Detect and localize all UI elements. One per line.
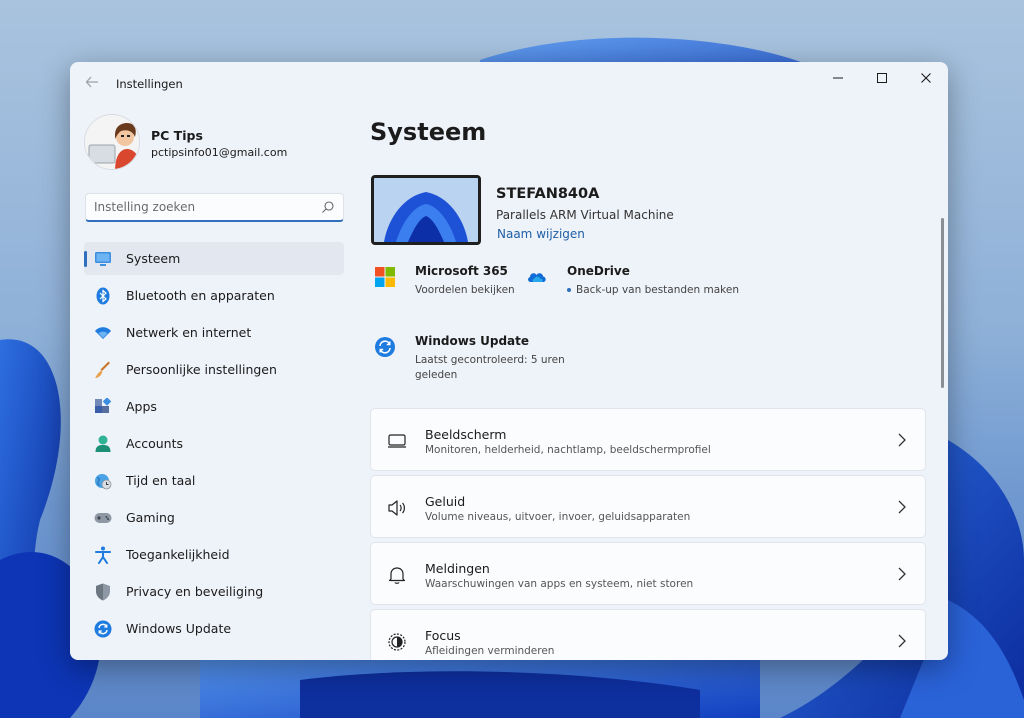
settings-card-list: Beeldscherm Monitoren, helderheid, nacht…	[370, 408, 926, 660]
sidebar-item-privacy[interactable]: Privacy en beveiliging	[84, 575, 344, 608]
app-title: Instellingen	[116, 77, 183, 91]
card-title: Focus	[425, 628, 461, 643]
maximize-icon	[877, 73, 887, 83]
windows-update-tile[interactable]: Windows Update Laatst gecontroleerd: 5 u…	[374, 334, 594, 394]
apps-icon	[94, 397, 112, 416]
focus-icon	[388, 633, 406, 651]
sidebar-nav: Systeem Bluetooth en apparaten Netwerk e…	[84, 242, 344, 649]
bell-icon	[388, 567, 406, 584]
title-bar: Instellingen	[70, 62, 948, 106]
close-icon	[921, 73, 931, 83]
sidebar-item-label: Accounts	[126, 436, 183, 451]
globe-clock-icon	[94, 472, 112, 490]
card-title: Geluid	[425, 494, 466, 509]
card-subtitle: Afleidingen verminderen	[425, 645, 555, 657]
sidebar-item-tijd[interactable]: Tijd en taal	[84, 464, 344, 497]
sidebar-item-label: Netwerk en internet	[126, 325, 252, 340]
sidebar-item-bluetooth[interactable]: Bluetooth en apparaten	[84, 279, 344, 312]
microsoft-365-tile[interactable]: Microsoft 365 Voordelen bekijken	[374, 264, 524, 304]
card-meldingen[interactable]: Meldingen Waarschuwingen van apps en sys…	[370, 542, 926, 605]
sidebar-item-toegankelijkheid[interactable]: Toegankelijkheid	[84, 538, 344, 571]
person-icon	[94, 435, 112, 453]
chevron-right-icon	[898, 500, 906, 514]
onedrive-title: OneDrive	[567, 264, 630, 278]
onedrive-cloud-icon	[528, 273, 546, 282]
onedrive-tile[interactable]: OneDrive Back-up van bestanden maken	[526, 264, 746, 304]
back-arrow-icon[interactable]	[82, 74, 102, 94]
sidebar-item-label: Bluetooth en apparaten	[126, 288, 275, 303]
card-subtitle: Waarschuwingen van apps en systeem, niet…	[425, 578, 694, 590]
bluetooth-icon	[94, 287, 112, 305]
search-input[interactable]	[94, 200, 321, 214]
update-icon	[375, 337, 395, 357]
card-beeldscherm[interactable]: Beeldscherm Monitoren, helderheid, nacht…	[370, 408, 926, 471]
onedrive-subtitle-text: Back-up van bestanden maken	[576, 284, 739, 296]
close-button[interactable]	[904, 62, 948, 94]
wifi-icon	[94, 324, 112, 342]
sidebar-item-label: Gaming	[126, 510, 175, 525]
gamepad-icon	[94, 509, 112, 527]
shield-icon	[94, 583, 112, 601]
device-wallpaper-thumbnail[interactable]	[371, 175, 481, 245]
card-geluid[interactable]: Geluid Volume niveaus, uitvoer, invoer, …	[370, 475, 926, 538]
chevron-right-icon	[898, 433, 906, 447]
accessibility-icon	[94, 546, 112, 564]
card-title: Meldingen	[425, 561, 490, 576]
chevron-right-icon	[898, 634, 906, 648]
avatar	[84, 114, 140, 170]
microsoft-365-subtitle: Voordelen bekijken	[415, 284, 515, 296]
display-icon	[388, 434, 406, 448]
sidebar-item-windows-update[interactable]: Windows Update	[84, 612, 344, 645]
sidebar-item-persoonlijk[interactable]: Persoonlijke instellingen	[84, 353, 344, 386]
maximize-button[interactable]	[860, 62, 904, 94]
sidebar-item-systeem[interactable]: Systeem	[84, 242, 344, 275]
windows-update-subtitle-line1: Laatst gecontroleerd: 5 uren	[415, 354, 565, 366]
sidebar-item-label: Apps	[126, 399, 157, 414]
onedrive-subtitle: Back-up van bestanden maken	[567, 283, 739, 298]
status-dot-icon	[567, 288, 571, 292]
monitor-icon	[94, 250, 112, 268]
minimize-button[interactable]	[816, 62, 860, 94]
page-title: Systeem	[370, 118, 487, 146]
rename-device-link[interactable]: Naam wijzigen	[497, 227, 585, 241]
sidebar-item-label: Privacy en beveiliging	[126, 584, 264, 599]
card-subtitle: Volume niveaus, uitvoer, invoer, geluids…	[425, 511, 691, 523]
windows-update-subtitle-line2: geleden	[415, 369, 458, 381]
card-subtitle: Monitoren, helderheid, nachtlamp, beelds…	[425, 444, 711, 456]
search-icon[interactable]	[321, 200, 335, 214]
device-name: STEFAN840A	[496, 186, 600, 202]
settings-window: Instellingen PC Tips pctipsinfo01@gmail.…	[70, 62, 948, 660]
profile-name: PC Tips	[151, 128, 203, 143]
profile-email: pctipsinfo01@gmail.com	[151, 146, 288, 159]
chevron-right-icon	[898, 567, 906, 581]
sidebar-item-apps[interactable]: Apps	[84, 390, 344, 423]
microsoft-365-title: Microsoft 365	[415, 264, 508, 278]
minimize-icon	[833, 77, 843, 79]
search-box[interactable]	[85, 193, 344, 222]
main-content: Systeem STEFAN840A Parallels ARM Virtual…	[370, 106, 948, 660]
sidebar-item-label: Windows Update	[126, 621, 232, 636]
card-title: Beeldscherm	[425, 427, 507, 442]
sidebar-item-label: Toegankelijkheid	[126, 547, 230, 562]
sidebar-item-label: Tijd en taal	[126, 473, 196, 488]
brush-icon	[94, 361, 112, 379]
microsoft-logo-icon	[375, 267, 395, 287]
sidebar-item-label: Systeem	[126, 251, 181, 266]
device-model: Parallels ARM Virtual Machine	[496, 208, 674, 222]
card-focus[interactable]: Focus Afleidingen verminderen	[370, 609, 926, 660]
scrollbar-thumb[interactable]	[941, 218, 944, 388]
user-profile[interactable]: PC Tips pctipsinfo01@gmail.com	[84, 112, 344, 172]
sidebar-item-gaming[interactable]: Gaming	[84, 501, 344, 534]
sidebar-item-label: Persoonlijke instellingen	[126, 362, 277, 377]
speaker-icon	[388, 500, 405, 516]
sidebar-item-netwerk[interactable]: Netwerk en internet	[84, 316, 344, 349]
update-icon	[94, 620, 112, 638]
windows-update-title: Windows Update	[415, 334, 530, 348]
sidebar-item-accounts[interactable]: Accounts	[84, 427, 344, 460]
windows-update-subtitle: Laatst gecontroleerd: 5 uren geleden	[415, 353, 565, 383]
